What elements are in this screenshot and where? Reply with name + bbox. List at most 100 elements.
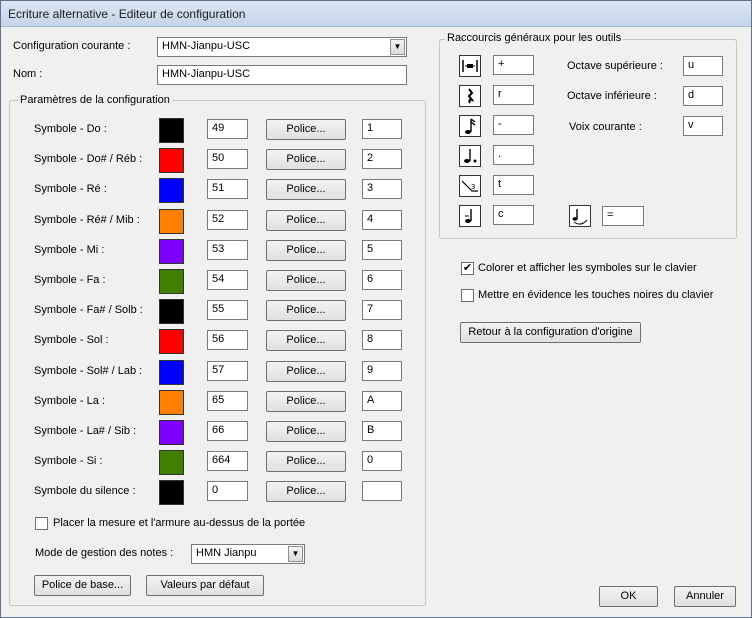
font-button[interactable]: Police... (266, 119, 346, 140)
symbol-shortcut-input[interactable]: A (362, 391, 402, 411)
tool-shortcut-input[interactable]: c (493, 205, 534, 225)
symbol-label: Symbole - Sol# / Lab : (34, 365, 143, 377)
symbol-shortcut-input[interactable]: 2 (362, 149, 402, 169)
symbol-code-input[interactable]: 51 (207, 179, 248, 199)
place-measure-checkbox[interactable] (35, 517, 48, 530)
shortcuts-group-title: Raccourcis généraux pour les outils (445, 32, 624, 44)
symbol-code-input[interactable]: 66 (207, 421, 248, 441)
slur-note-icon (569, 205, 591, 227)
symbol-label: Symbole - Do : (34, 123, 107, 135)
symbol-color-swatch[interactable] (159, 450, 184, 475)
mode-label: Mode de gestion des notes : (35, 547, 174, 559)
symbol-color-swatch[interactable] (159, 148, 184, 173)
symbol-code-input[interactable]: 664 (207, 451, 248, 471)
current-config-combo[interactable]: HMN-Jianpu-USC ▼ (157, 37, 407, 57)
tool-shortcut-input[interactable]: + (493, 55, 534, 75)
symbol-shortcut-input[interactable]: B (362, 421, 402, 441)
symbol-label: Symbole - La : (34, 395, 105, 407)
chevron-down-icon[interactable]: ▼ (288, 546, 303, 562)
tool-shortcut-input[interactable]: t (493, 175, 534, 195)
quarter-rest-icon (459, 85, 481, 107)
font-button[interactable]: Police... (266, 391, 346, 412)
ok-button[interactable]: OK (599, 586, 658, 607)
font-button[interactable]: Police... (266, 330, 346, 351)
font-button[interactable]: Police... (266, 361, 346, 382)
tool-shortcut-input[interactable]: . (493, 145, 534, 165)
symbol-code-input[interactable]: 50 (207, 149, 248, 169)
symbol-color-swatch[interactable] (159, 209, 184, 234)
symbol-color-swatch[interactable] (159, 390, 184, 415)
symbol-shortcut-input[interactable]: 6 (362, 270, 402, 290)
symbol-color-swatch[interactable] (159, 269, 184, 294)
font-button[interactable]: Police... (266, 149, 346, 170)
reset-config-button[interactable]: Retour à la configuration d'origine (460, 322, 641, 343)
symbol-shortcut-input[interactable]: 5 (362, 240, 402, 260)
font-button[interactable]: Police... (266, 210, 346, 231)
mode-combo[interactable]: HMN Jianpu ▼ (191, 544, 305, 564)
font-button[interactable]: Police... (266, 451, 346, 472)
symbol-shortcut-input[interactable]: 9 (362, 361, 402, 381)
symbol-shortcut-input[interactable]: 3 (362, 179, 402, 199)
symbol-code-input[interactable]: 55 (207, 300, 248, 320)
tool-shortcut-input[interactable]: - (493, 115, 534, 135)
symbol-shortcut-input[interactable]: 0 (362, 451, 402, 471)
color-keyboard-checkbox[interactable]: ✔ (461, 262, 474, 275)
slur-shortcut-input[interactable]: = (602, 206, 644, 226)
dotted-note-icon (459, 145, 481, 167)
symbol-code-input[interactable]: 65 (207, 391, 248, 411)
color-keyboard-label: Colorer et afficher les symboles sur le … (478, 262, 697, 274)
symbol-code-input[interactable]: 49 (207, 119, 248, 139)
defaults-button[interactable]: Valeurs par défaut (146, 575, 264, 596)
color-keyboard-check-mark: ✔ (462, 262, 473, 274)
symbol-code-input[interactable]: 52 (207, 210, 248, 230)
font-button[interactable]: Police... (266, 179, 346, 200)
symbol-shortcut-input[interactable]: 1 (362, 119, 402, 139)
symbol-color-swatch[interactable] (159, 480, 184, 505)
base-font-button[interactable]: Police de base... (34, 575, 131, 596)
symbol-shortcut-input[interactable] (362, 481, 402, 501)
symbol-label: Symbole - Fa : (34, 274, 106, 286)
symbol-label: Symbole - Fa# / Solb : (34, 304, 143, 316)
symbol-code-input[interactable]: 53 (207, 240, 248, 260)
cancel-button[interactable]: Annuler (674, 586, 736, 607)
font-button[interactable]: Police... (266, 240, 346, 261)
symbol-color-swatch[interactable] (159, 178, 184, 203)
name-input[interactable]: HMN-Jianpu-USC (157, 65, 407, 85)
symbol-shortcut-input[interactable]: 7 (362, 300, 402, 320)
title-bar[interactable]: Ecriture alternative - Editeur de config… (1, 1, 751, 27)
symbol-color-swatch[interactable] (159, 360, 184, 385)
font-button[interactable]: Police... (266, 421, 346, 442)
current-config-value: HMN-Jianpu-USC (162, 40, 251, 52)
octave-down-input[interactable]: d (683, 86, 723, 106)
symbol-code-input[interactable]: 56 (207, 330, 248, 350)
symbol-shortcut-input[interactable]: 4 (362, 210, 402, 230)
font-button[interactable]: Police... (266, 270, 346, 291)
symbol-label: Symbole - Do# / Réb : (34, 153, 143, 165)
font-button[interactable]: Police... (266, 481, 346, 502)
octave-up-input[interactable]: u (683, 56, 723, 76)
symbol-code-input[interactable]: 0 (207, 481, 248, 501)
symbol-color-swatch[interactable] (159, 118, 184, 143)
svg-text:3: 3 (471, 183, 475, 191)
symbol-label: Symbole - Mi : (34, 244, 105, 256)
chevron-down-icon[interactable]: ▼ (390, 39, 405, 55)
symbol-code-input[interactable]: 54 (207, 270, 248, 290)
font-button[interactable]: Police... (266, 300, 346, 321)
highlight-black-keys-label: Mettre en évidence les touches noires du… (478, 289, 714, 301)
place-measure-label: Placer la mesure et l'armure au-dessus d… (53, 517, 306, 529)
symbol-label: Symbole - Si : (34, 455, 103, 467)
symbol-color-swatch[interactable] (159, 420, 184, 445)
name-label: Nom : (13, 68, 43, 80)
symbol-label: Symbole - Ré# / Mib : (34, 214, 140, 226)
octave-up-label: Octave supérieure : (567, 60, 663, 72)
current-voice-input[interactable]: v (683, 116, 723, 136)
symbol-color-swatch[interactable] (159, 239, 184, 264)
tool-shortcut-input[interactable]: r (493, 85, 534, 105)
symbol-shortcut-input[interactable]: 8 (362, 330, 402, 350)
symbol-color-swatch[interactable] (159, 299, 184, 324)
highlight-black-keys-checkbox[interactable] (461, 289, 474, 302)
symbol-color-swatch[interactable] (159, 329, 184, 354)
mode-value: HMN Jianpu (196, 547, 257, 559)
params-group-title: Paramètres de la configuration (18, 94, 172, 106)
symbol-code-input[interactable]: 57 (207, 361, 248, 381)
